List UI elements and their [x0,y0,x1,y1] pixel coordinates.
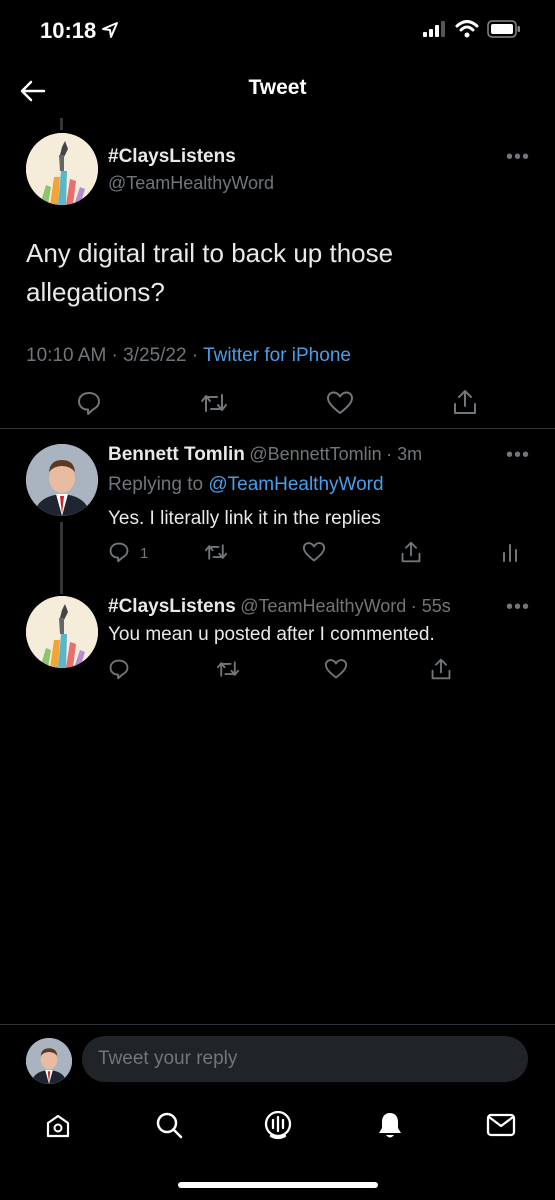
avatar[interactable] [26,133,98,205]
author-handle[interactable]: @TeamHealthyWord [108,173,274,194]
divider [0,1024,555,1025]
page-title: Tweet [248,76,307,99]
home-indicator [178,1182,378,1188]
location-arrow-icon [100,20,120,40]
tweet-source-link[interactable]: Twitter for iPhone [203,345,351,366]
messages-icon[interactable] [486,1113,516,1137]
author-handle[interactable]: @BennettTomlin [249,444,381,464]
reply-icon[interactable] [108,658,130,680]
avatar[interactable] [26,444,98,516]
author-handle[interactable]: @TeamHealthyWord [240,596,406,616]
tweet-meta: 10:10 AM · 3/25/22 · Twitter for iPhone [26,345,351,367]
thread-line [60,118,63,130]
author-name[interactable]: #ClaysListens [108,146,236,168]
reply-placeholder: Tweet your reply [98,1048,238,1069]
thread-line [60,522,63,594]
mention-link[interactable]: @TeamHealthyWord [208,474,383,495]
reply-time: · 3m [386,444,423,464]
reply-time: · 55s [410,596,451,616]
reply-text: You mean u posted after I commented. [108,624,435,645]
replying-label: Replying to [108,474,209,495]
signal-icon [423,21,447,37]
like-icon[interactable] [326,390,354,416]
spaces-icon[interactable] [263,1109,293,1141]
like-icon[interactable] [324,658,348,680]
retweet-icon[interactable] [204,541,228,563]
reply-count: 1 [140,545,149,562]
retweet-icon[interactable] [200,390,228,416]
tweet-text: Any digital trail to back up those alleg… [26,238,394,307]
reply-header: #ClaysListens @TeamHealthyWord · 55s [108,596,451,618]
more-options-icon[interactable]: ••• [506,596,530,619]
author-name[interactable]: #ClaysListens [108,596,236,617]
notifications-icon[interactable] [376,1110,404,1140]
status-indicators [423,20,521,38]
status-time: 10:18 [40,18,97,43]
avatar [26,1038,72,1084]
battery-icon [487,20,521,38]
replying-to: Replying to @TeamHealthyWord [108,474,384,496]
analytics-icon[interactable] [500,541,520,563]
reply-icon[interactable] [76,390,102,416]
more-options-icon[interactable]: ••• [506,146,530,169]
home-icon[interactable] [44,1112,72,1140]
share-icon[interactable] [430,657,452,681]
avatar[interactable] [26,596,98,668]
more-options-icon[interactable]: ••• [506,444,530,467]
author-name[interactable]: Bennett Tomlin [108,444,245,465]
reply-icon[interactable] [108,541,130,563]
tweet-timestamp: 10:10 AM · 3/25/22 · [26,345,204,366]
retweet-icon[interactable] [216,658,240,680]
like-icon[interactable] [302,541,326,563]
reply-header: Bennett Tomlin @BennettTomlin · 3m [108,444,422,466]
search-icon[interactable] [154,1110,184,1140]
divider [0,428,555,429]
share-icon[interactable] [400,540,422,564]
wifi-icon [455,20,479,38]
share-icon[interactable] [452,388,478,416]
reply-text: Yes. I literally link it in the replies [108,508,381,529]
